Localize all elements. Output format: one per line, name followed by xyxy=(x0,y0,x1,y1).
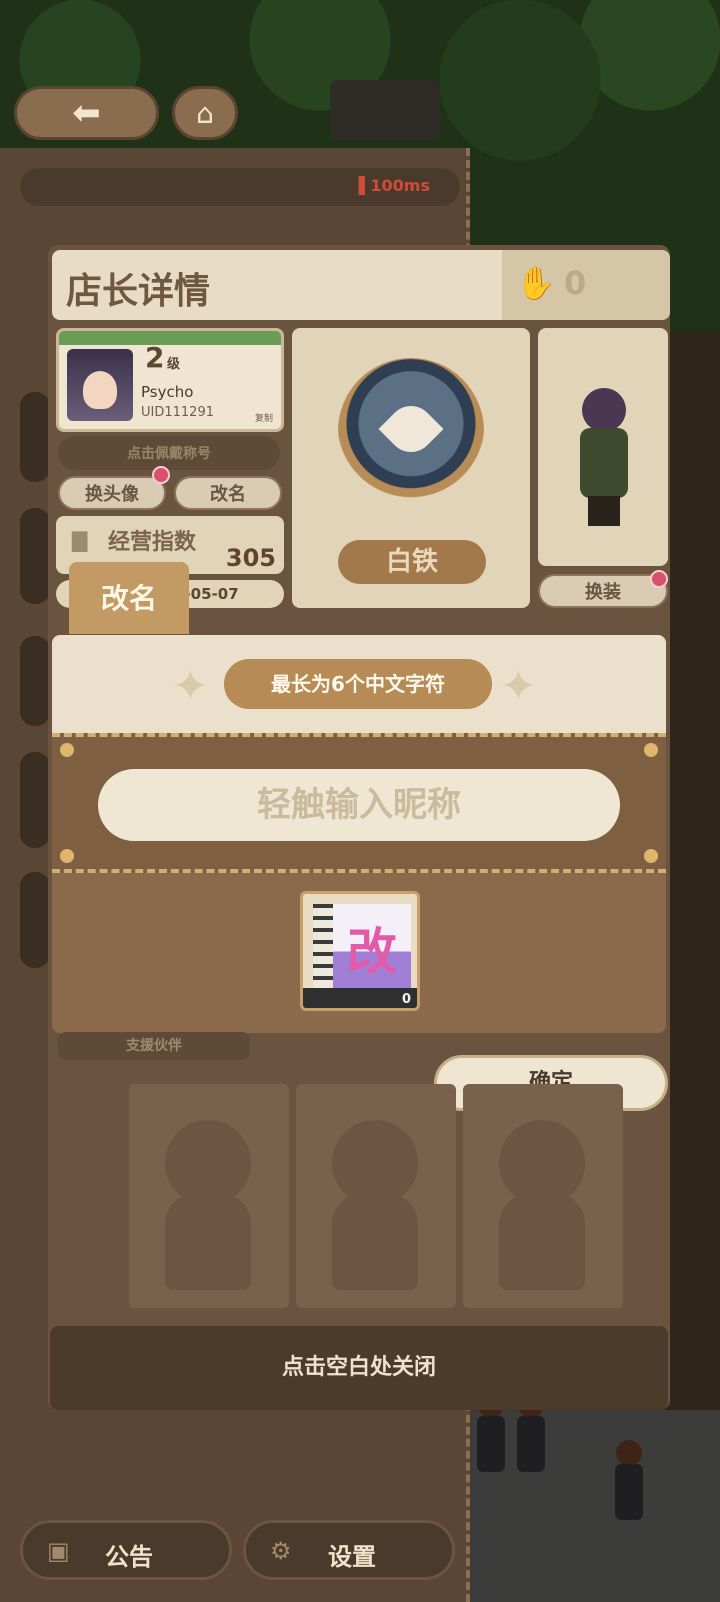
corner-rivet xyxy=(60,849,74,863)
score-label: 经营指数 xyxy=(108,530,197,555)
partner-slot[interactable] xyxy=(129,1084,289,1308)
sparkle-icon: ✦ xyxy=(172,661,209,712)
card-stripe xyxy=(59,331,281,345)
rename-card-glyph: 改 xyxy=(347,923,397,981)
sparkle-icon: ✦ xyxy=(500,661,537,712)
character-sprite xyxy=(574,388,634,528)
side-tile[interactable] xyxy=(20,392,50,482)
dialog-tab: 改名 xyxy=(69,562,189,634)
rename-card-icon: 改 xyxy=(313,904,411,990)
notice-icon: ▣ xyxy=(47,1537,70,1565)
signal-icon: ▐ xyxy=(352,176,365,195)
player-name: Psycho xyxy=(141,383,194,401)
notification-dot xyxy=(152,466,170,484)
side-tile[interactable] xyxy=(20,636,50,726)
side-tile[interactable] xyxy=(20,752,50,848)
network-status-bar: ▐ 100ms xyxy=(20,168,460,206)
change-avatar-label: 换头像 xyxy=(85,484,139,505)
rename-label: 改名 xyxy=(210,484,246,505)
thumbs-up-icon: ✋ xyxy=(516,264,556,302)
rank-card[interactable]: 白铁 xyxy=(292,328,530,608)
character-preview xyxy=(538,328,668,566)
player-level: 2 xyxy=(145,341,165,374)
corner-rivet xyxy=(644,743,658,757)
rename-dialog: ✦ 最长为6个中文字符 ✦ 改 0 xyxy=(52,635,666,1033)
item-count: 0 xyxy=(401,992,411,1007)
like-count: 0 xyxy=(564,264,587,302)
side-tile[interactable] xyxy=(20,508,50,604)
player-uid: UID111291 xyxy=(141,405,214,420)
close-hint[interactable]: 点击空白处关闭 xyxy=(50,1326,668,1410)
rank-label: 白铁 xyxy=(338,540,486,584)
medal-icon xyxy=(338,358,484,504)
nickname-input[interactable] xyxy=(98,769,620,841)
profile-header: 店长详情 ✋ 0 xyxy=(52,250,670,320)
corner-rivet xyxy=(644,849,658,863)
level-label: 级 xyxy=(167,357,181,372)
home-button[interactable]: ⌂ xyxy=(172,86,238,140)
ping-readout: ▐ 100ms xyxy=(352,176,430,195)
support-partner-label: 支援伙伴 xyxy=(58,1032,250,1060)
rename-button[interactable]: 改名 xyxy=(174,476,282,510)
back-arrow-icon: ⬅ xyxy=(72,93,101,133)
length-hint: 最长为6个中文字符 xyxy=(224,659,492,709)
gear-icon: ⚙ xyxy=(270,1537,292,1565)
leaf-emblem xyxy=(378,396,444,462)
item-count-bar xyxy=(303,988,417,1008)
notice-label: 公告 xyxy=(105,1543,153,1571)
back-button[interactable]: ⬅ xyxy=(14,86,159,140)
settings-label: 设置 xyxy=(328,1543,376,1571)
change-avatar-button[interactable]: 换头像 xyxy=(58,476,166,510)
partner-slot[interactable] xyxy=(463,1084,623,1308)
side-tile[interactable] xyxy=(20,872,50,968)
settings-button[interactable]: ⚙ 设置 xyxy=(243,1520,455,1580)
score-value: 305 xyxy=(225,544,276,572)
notice-button[interactable]: ▣ 公告 xyxy=(20,1520,232,1580)
copy-uid-button[interactable]: 复制 xyxy=(255,411,273,424)
partner-slot[interactable] xyxy=(296,1084,456,1308)
home-icon: ⌂ xyxy=(196,96,214,130)
chart-icon: ▇ xyxy=(72,528,88,552)
rename-card-item[interactable]: 改 0 xyxy=(300,891,420,1011)
wear-title-button[interactable]: 点击佩戴称号 xyxy=(58,436,280,470)
input-band xyxy=(52,733,666,873)
change-outfit-button[interactable]: 换装 xyxy=(538,574,668,608)
player-info-card: 2 级 Psycho UID111291 复制 xyxy=(56,328,284,432)
notification-dot xyxy=(650,570,668,588)
like-box[interactable]: ✋ 0 xyxy=(502,250,670,320)
change-outfit-label: 换装 xyxy=(585,582,621,603)
page-title: 店长详情 xyxy=(66,271,211,312)
avatar xyxy=(67,349,133,421)
dialog-header: ✦ 最长为6个中文字符 ✦ xyxy=(52,635,666,733)
corner-rivet xyxy=(60,743,74,757)
